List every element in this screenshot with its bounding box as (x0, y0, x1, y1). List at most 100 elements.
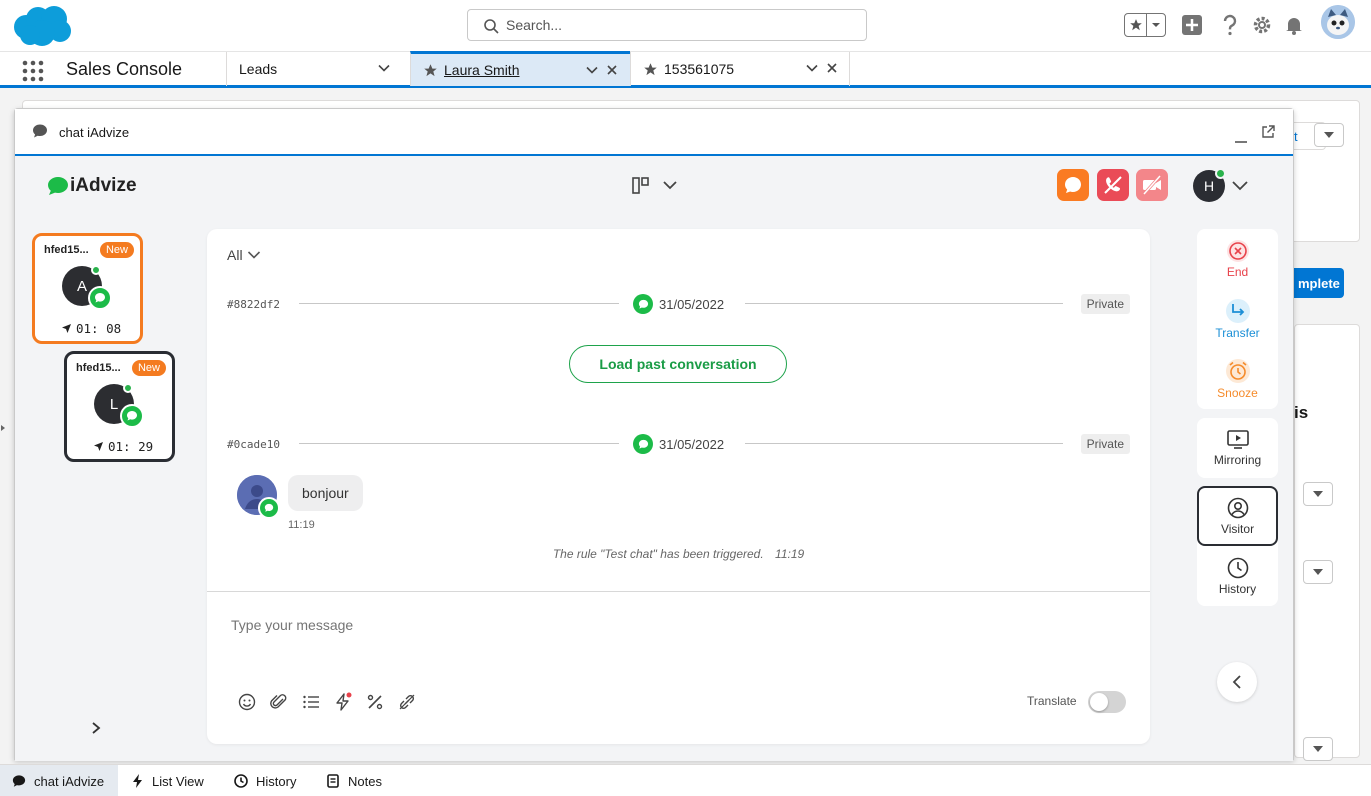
message-filter[interactable]: All (227, 247, 261, 263)
layout-switcher[interactable] (632, 175, 692, 197)
arrow-send-icon (62, 324, 71, 333)
tab-153561075[interactable]: 153561075 (630, 52, 850, 86)
video-availability-button[interactable] (1136, 169, 1168, 201)
chat-channel-icon (120, 404, 144, 428)
timer-value: 01: 08 (76, 321, 122, 336)
chat-utility-window: chat iAdvize iAdvize H hfed15... New A 0… (14, 108, 1294, 761)
section-dropdown[interactable] (1303, 560, 1333, 584)
chevron-down-icon (1313, 746, 1323, 752)
message-time: 11:19 (288, 519, 315, 531)
composer-divider (207, 591, 1150, 592)
history-button[interactable]: History (1197, 546, 1278, 606)
online-indicator (91, 265, 101, 275)
global-search[interactable] (467, 9, 867, 41)
chevron-right-icon[interactable] (90, 721, 102, 740)
emoji-icon[interactable] (237, 692, 257, 712)
app-name: Sales Console (66, 59, 183, 79)
alarm-clock-icon (1225, 358, 1250, 383)
private-badge: Private (1080, 434, 1130, 454)
layout-columns-icon (632, 177, 677, 194)
tab-label: Leads (239, 61, 278, 77)
canned-list-icon[interactable] (301, 692, 321, 712)
notification-bell-icon[interactable] (1282, 13, 1306, 37)
snooze-button[interactable]: Snooze (1197, 349, 1278, 409)
mirroring-button[interactable]: Mirroring (1197, 418, 1278, 478)
translate-toggle[interactable] (1088, 691, 1126, 713)
conversation-id: #8822df2 (227, 298, 280, 311)
caret-right-icon[interactable] (0, 420, 6, 431)
salesforce-logo[interactable] (12, 5, 72, 47)
online-indicator (1215, 168, 1226, 179)
message-input[interactable] (231, 617, 1111, 633)
load-past-conversation-button[interactable]: Load past conversation (569, 345, 787, 383)
section-dropdown[interactable] (1303, 737, 1333, 761)
global-actions-icon[interactable] (1180, 13, 1204, 37)
close-icon[interactable] (825, 61, 839, 75)
chevron-down-icon[interactable] (1147, 14, 1165, 36)
conversation-card[interactable]: hfed15... New A 01: 08 (32, 233, 143, 344)
divider (745, 443, 1063, 444)
window-title: chat iAdvize (59, 125, 130, 140)
close-icon[interactable] (605, 63, 619, 77)
online-indicator (123, 383, 133, 393)
system-notice-time: 11:19 (775, 547, 805, 561)
utility-notes[interactable]: Notes (314, 765, 394, 796)
utility-chat-iadvize[interactable]: chat iAdvize (0, 765, 118, 796)
section-dropdown[interactable] (1303, 482, 1333, 506)
conversation-actions: End Transfer Snooze (1197, 229, 1278, 409)
details-heading-fragment: is (1294, 403, 1309, 422)
chevron-down-icon[interactable] (377, 61, 391, 75)
chevron-down-icon[interactable] (1231, 178, 1249, 197)
lightning-icon[interactable] (333, 692, 353, 712)
link-off-icon[interactable] (397, 692, 417, 712)
history-label: History (1218, 581, 1257, 596)
collapse-panel-button[interactable] (1217, 662, 1257, 702)
record-action-fragment: t (1294, 129, 1298, 144)
visitor-panel-box: Visitor History (1197, 486, 1278, 606)
minimize-icon[interactable] (1233, 129, 1249, 145)
percent-icon[interactable] (365, 692, 385, 712)
visitor-initial: L (109, 395, 119, 413)
transfer-arrow-icon (1225, 298, 1250, 323)
pop-out-icon[interactable] (1261, 125, 1277, 141)
chat-availability-button[interactable] (1057, 169, 1089, 201)
thread-date: 31/05/2022 (633, 294, 724, 314)
thread-date: 31/05/2022 (633, 434, 724, 454)
translate-label: Translate (1027, 694, 1077, 708)
user-avatar[interactable] (1321, 5, 1355, 39)
utility-list-view[interactable]: List View (120, 765, 216, 796)
chevron-down-icon[interactable] (805, 61, 819, 75)
iadvize-bubble-icon (48, 177, 68, 195)
visitor-message: bonjour (288, 475, 363, 511)
chevron-down-icon (1313, 491, 1323, 497)
favorites-button-group[interactable] (1124, 13, 1166, 37)
utility-history[interactable]: History (222, 765, 308, 796)
search-input[interactable] (506, 10, 856, 40)
utility-label: History (256, 773, 297, 789)
tab-laura-smith[interactable]: Laura Smith (410, 51, 630, 86)
clock-icon (1227, 557, 1248, 578)
help-icon[interactable] (1218, 13, 1242, 37)
attachment-icon[interactable] (269, 692, 289, 712)
operator-avatar[interactable]: H (1193, 168, 1226, 202)
conversation-card[interactable]: hfed15... New L 01: 29 (64, 351, 175, 462)
mirroring-panel-box: Mirroring (1197, 418, 1278, 478)
chat-status-icon (1057, 169, 1089, 201)
close-circle-icon (1226, 239, 1249, 262)
chat-channel-icon (633, 294, 653, 314)
chevron-down-icon[interactable] (585, 63, 599, 77)
phone-availability-button[interactable] (1097, 169, 1129, 201)
tab-leads[interactable]: Leads (226, 52, 410, 86)
app-launcher-icon[interactable] (22, 60, 44, 82)
mark-complete-button[interactable]: mplete (1294, 268, 1344, 298)
end-conversation-button[interactable]: End (1197, 229, 1278, 289)
transfer-button[interactable]: Transfer (1197, 289, 1278, 349)
timer-value: 01: 29 (108, 439, 154, 454)
chat-bubble-icon (33, 124, 47, 138)
record-actions-dropdown[interactable] (1314, 123, 1344, 147)
global-header (0, 0, 1371, 51)
gear-icon[interactable] (1250, 13, 1274, 37)
visitor-button[interactable]: Visitor (1197, 486, 1278, 546)
star-icon[interactable] (1125, 14, 1147, 36)
tab-label: Laura Smith (444, 62, 520, 78)
